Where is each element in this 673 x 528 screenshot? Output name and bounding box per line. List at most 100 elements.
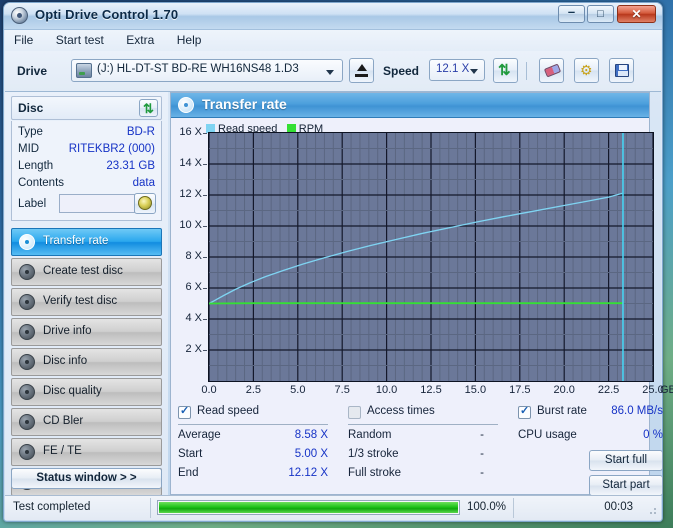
drive-info-icon [19, 324, 35, 340]
panel-header: Transfer rate [171, 93, 649, 118]
menu-item-file[interactable]: File [5, 30, 42, 49]
disc-label-key: Label [18, 198, 47, 210]
settings-button[interactable]: ⚙ [574, 58, 599, 83]
read-speed-label: Read speed [197, 405, 260, 417]
start-part-button[interactable]: Start part [589, 475, 663, 496]
chart-x-tick-label: 17.5 [509, 384, 531, 396]
chart-y-tick-label: 6 X [185, 281, 202, 293]
stat-value: 12.12 X [288, 467, 328, 479]
stat-value: 0 % [643, 429, 663, 441]
eject-button[interactable] [349, 58, 374, 83]
access-times-checkbox-row[interactable]: Access times [348, 405, 498, 421]
chart-y-tick-mark [203, 350, 207, 351]
chart-x-tick-label: 22.5 [597, 384, 620, 396]
stat-row-start: Start 5.00 X [178, 446, 328, 465]
left-panel: Disc ⇅ Type BD-R MID RITEKBR2 (000) Leng… [5, 92, 168, 512]
stat-key: CPU usage [518, 429, 577, 441]
sidebar-item-disc-info[interactable]: Disc info [11, 348, 162, 376]
stat-key: Start [178, 448, 203, 460]
drive-select-value: (J:) HL-DT-ST BD-RE WH16NS48 1.D3 [97, 63, 299, 75]
sidebar-item-cd-bler[interactable]: CD Bler [11, 408, 162, 436]
refresh-icon: ⇅ [143, 101, 154, 116]
sidebar-item-disc-quality[interactable]: Disc quality [11, 378, 162, 406]
menu-item-extra[interactable]: Extra [117, 30, 163, 49]
speed-label: Speed [383, 64, 420, 78]
erase-button[interactable] [539, 58, 564, 83]
disc-label-input[interactable] [59, 194, 135, 213]
close-button[interactable]: ✕ [617, 5, 656, 23]
menu-bar: File Start test Extra Help [5, 30, 661, 52]
maximize-button[interactable]: □ [587, 5, 614, 23]
access-times-checkbox[interactable] [348, 406, 361, 419]
start-full-button[interactable]: Start full [589, 450, 663, 471]
disc-label-button[interactable] [134, 193, 156, 214]
speed-select[interactable]: 12.1 X [429, 59, 485, 81]
disc-info-row-length: Length 23.31 GB [18, 160, 155, 177]
refresh-icon: ⇅ [498, 62, 511, 79]
erase-icon [543, 63, 562, 78]
menu-item-start-test[interactable]: Start test [47, 30, 113, 49]
drive-toolbar: Drive (J:) HL-DT-ST BD-RE WH16NS48 1.D3 … [5, 51, 661, 92]
status-window-button[interactable]: Status window > > [11, 468, 162, 489]
sidebar-item-verify-test-disc[interactable]: Verify test disc [11, 288, 162, 316]
chart-svg [209, 133, 653, 381]
chevron-down-icon [470, 69, 478, 74]
chart-x-tick-label: 12.5 [420, 384, 442, 396]
disc-info-key: MID [18, 143, 40, 155]
disc-info-row-contents: Contents data [18, 177, 155, 194]
disc-info-icon [19, 354, 35, 370]
sidebar-item-drive-info[interactable]: Drive info [11, 318, 162, 346]
verify-test-disc-icon [19, 294, 35, 310]
progress-percent: 100.0% [467, 501, 507, 513]
disc-info-value: 23.31 GB [106, 160, 155, 172]
chart-x-tick-label: 5.0 [290, 384, 306, 396]
status-bar: Test completed 100.0% 00:03 [5, 495, 661, 520]
sidebar-item-label: Disc info [43, 355, 88, 367]
stat-key: Average [178, 429, 221, 441]
stats-burst-rate-column: Burst rate 86.0 MB/s CPU usage 0 % Start… [518, 404, 663, 496]
chart-canvas[interactable] [208, 132, 654, 382]
save-icon [615, 64, 629, 77]
save-button[interactable] [609, 58, 634, 83]
transfer-rate-panel: Transfer rate Read speed RPM 2 X 4 X 6 X 8 … [170, 92, 673, 496]
stat-value: - [480, 467, 484, 479]
sidebar-item-label: Disc quality [43, 385, 102, 397]
read-speed-checkbox-row[interactable]: Read speed [178, 404, 328, 421]
access-times-label: Access times [367, 405, 435, 417]
menu-item-help[interactable]: Help [168, 30, 211, 49]
minimize-button[interactable]: – [558, 5, 585, 23]
disc-label-row: Label [18, 193, 157, 216]
disc-info-row-type: Type BD-R [18, 126, 155, 143]
chevron-down-icon [326, 70, 334, 75]
disc-refresh-button[interactable]: ⇅ [139, 99, 158, 117]
create-test-disc-icon [19, 264, 35, 280]
chart-y-tick-mark [203, 133, 207, 134]
disc-quality-icon [19, 384, 35, 400]
chart-x-tick-label: 25.0 [642, 384, 664, 396]
refresh-button[interactable]: ⇅ [493, 58, 518, 83]
sidebar-item-label: Drive info [43, 325, 92, 337]
chart-x-tick-label: 2.5 [245, 384, 262, 396]
burst-rate-label: Burst rate [537, 405, 587, 417]
sidebar-item-transfer-rate[interactable]: Transfer rate [11, 228, 162, 256]
chart-y-tick-mark [203, 195, 207, 196]
drive-select[interactable]: (J:) HL-DT-ST BD-RE WH16NS48 1.D3 [71, 59, 343, 82]
fe-te-icon [19, 444, 35, 460]
read-speed-checkbox[interactable] [178, 404, 191, 419]
sidebar-item-create-test-disc[interactable]: Create test disc [11, 258, 162, 286]
stat-value: 8.58 X [294, 429, 328, 441]
burst-rate-value: 86.0 MB/s [611, 405, 663, 417]
application-window: Opti Drive Control 1.70 – □ ✕ File Start… [3, 2, 673, 522]
elapsed-time: 00:03 [604, 501, 633, 513]
burst-rate-checkbox-row[interactable]: Burst rate 86.0 MB/s [518, 404, 663, 421]
burst-rate-checkbox[interactable] [518, 404, 531, 419]
stat-key: 1/3 stroke [348, 448, 399, 460]
resize-grip[interactable] [646, 506, 658, 518]
sidebar-item-fe-te[interactable]: FE / TE [11, 438, 162, 466]
app-disc-icon [11, 7, 28, 24]
stat-key: Random [348, 429, 392, 441]
stat-value: - [480, 448, 484, 460]
sidebar-item-label: Verify test disc [43, 295, 118, 307]
chart-y-tick-mark [203, 164, 207, 165]
window-title: Opti Drive Control 1.70 [35, 7, 179, 22]
